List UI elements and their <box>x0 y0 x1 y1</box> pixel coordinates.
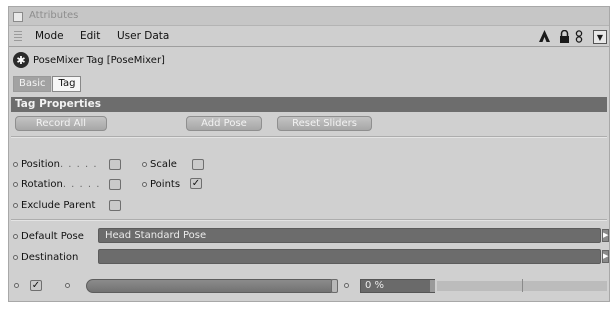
menu-bar: Mode Edit User Data ▼ <box>9 26 609 47</box>
rotation-dots: . . . . . <box>62 179 101 190</box>
exclude-parent-label: Exclude Parent <box>21 200 96 211</box>
slider-handle[interactable] <box>331 279 338 293</box>
tab-bar: Basic Tag <box>13 76 82 92</box>
scale-param: Scale <box>142 159 177 170</box>
title-bar: Attributes <box>9 7 609 26</box>
menu-edit[interactable]: Edit <box>80 30 100 42</box>
arrow-cursor-icon[interactable] <box>537 29 551 43</box>
points-checkbox[interactable]: ✓ <box>190 178 202 189</box>
panel-menu-icon[interactable]: ▼ <box>593 30 607 44</box>
record-all-button[interactable]: Record All <box>15 116 107 131</box>
keyframe-dot-icon[interactable] <box>142 162 147 167</box>
default-pose-label: Default Pose <box>21 231 84 242</box>
destination-label: Destination <box>21 252 79 263</box>
points-label: Points <box>150 179 181 190</box>
keyframe-dot-icon[interactable] <box>14 283 19 288</box>
keyframe-dot-icon[interactable] <box>142 182 147 187</box>
position-label: Position <box>21 159 60 170</box>
default-pose-field[interactable]: Head Standard Pose <box>98 228 601 243</box>
divider <box>11 219 607 221</box>
section-header: Tag Properties <box>11 97 607 112</box>
keyframe-dot-icon[interactable] <box>13 234 18 239</box>
position-dots: . . . . . <box>59 159 98 170</box>
keyframe-dot-icon[interactable] <box>344 283 349 288</box>
reset-sliders-button[interactable]: Reset Sliders <box>277 116 372 131</box>
checkmark-icon: ✓ <box>31 280 41 291</box>
object-name: PoseMixer Tag [PoseMixer] <box>33 55 165 66</box>
lock-icon[interactable] <box>557 29 571 43</box>
position-param: Position . . . . . <box>13 159 98 170</box>
grip-icon[interactable] <box>14 31 22 41</box>
attributes-panel: Attributes Mode Edit User Data ▼ ✱ PoseM… <box>8 6 610 302</box>
exclude-parent-checkbox[interactable] <box>109 200 121 211</box>
spinner-arrows-icon[interactable] <box>430 280 435 292</box>
object-header: ✱ PoseMixer Tag [PoseMixer] <box>9 51 609 71</box>
menu-user-data[interactable]: User Data <box>117 30 169 42</box>
keyframe-dot-icon[interactable] <box>13 203 18 208</box>
keyframe-dot-icon[interactable] <box>13 255 18 260</box>
menu-mode[interactable]: Mode <box>35 30 64 42</box>
slider-tick-mark <box>522 279 523 292</box>
destination-param: Destination <box>13 252 78 263</box>
exclude-parent-param: Exclude Parent <box>13 200 95 211</box>
destination-field[interactable] <box>98 249 601 264</box>
points-param: Points <box>142 179 180 190</box>
position-checkbox[interactable] <box>109 159 121 170</box>
pose-slider[interactable] <box>86 279 338 293</box>
tab-basic[interactable]: Basic <box>13 76 52 92</box>
rotation-param: Rotation . . . . . <box>13 179 100 190</box>
link-icon[interactable] <box>573 29 585 43</box>
default-pose-param: Default Pose <box>13 231 84 242</box>
window-icon[interactable] <box>13 12 23 22</box>
scale-checkbox[interactable] <box>192 159 204 170</box>
scale-label: Scale <box>150 159 177 170</box>
keyframe-dot-icon[interactable] <box>65 283 70 288</box>
checkmark-icon: ✓ <box>191 178 201 189</box>
pose-percent-field[interactable]: 0 % <box>360 279 435 293</box>
pose-enable-checkbox[interactable]: ✓ <box>30 280 42 291</box>
arrow-right-icon[interactable]: ▶ <box>602 229 609 242</box>
keyframe-dot-icon[interactable] <box>13 162 18 167</box>
divider <box>11 136 607 138</box>
arrow-right-icon[interactable]: ▶ <box>602 250 609 263</box>
rotation-checkbox[interactable] <box>109 179 121 190</box>
add-pose-button[interactable]: Add Pose <box>186 116 262 131</box>
pose-mixer-icon: ✱ <box>13 52 29 68</box>
tab-tag[interactable]: Tag <box>52 76 82 92</box>
window-title: Attributes <box>29 10 79 21</box>
keyframe-dot-icon[interactable] <box>13 182 18 187</box>
rotation-label: Rotation <box>21 179 63 190</box>
